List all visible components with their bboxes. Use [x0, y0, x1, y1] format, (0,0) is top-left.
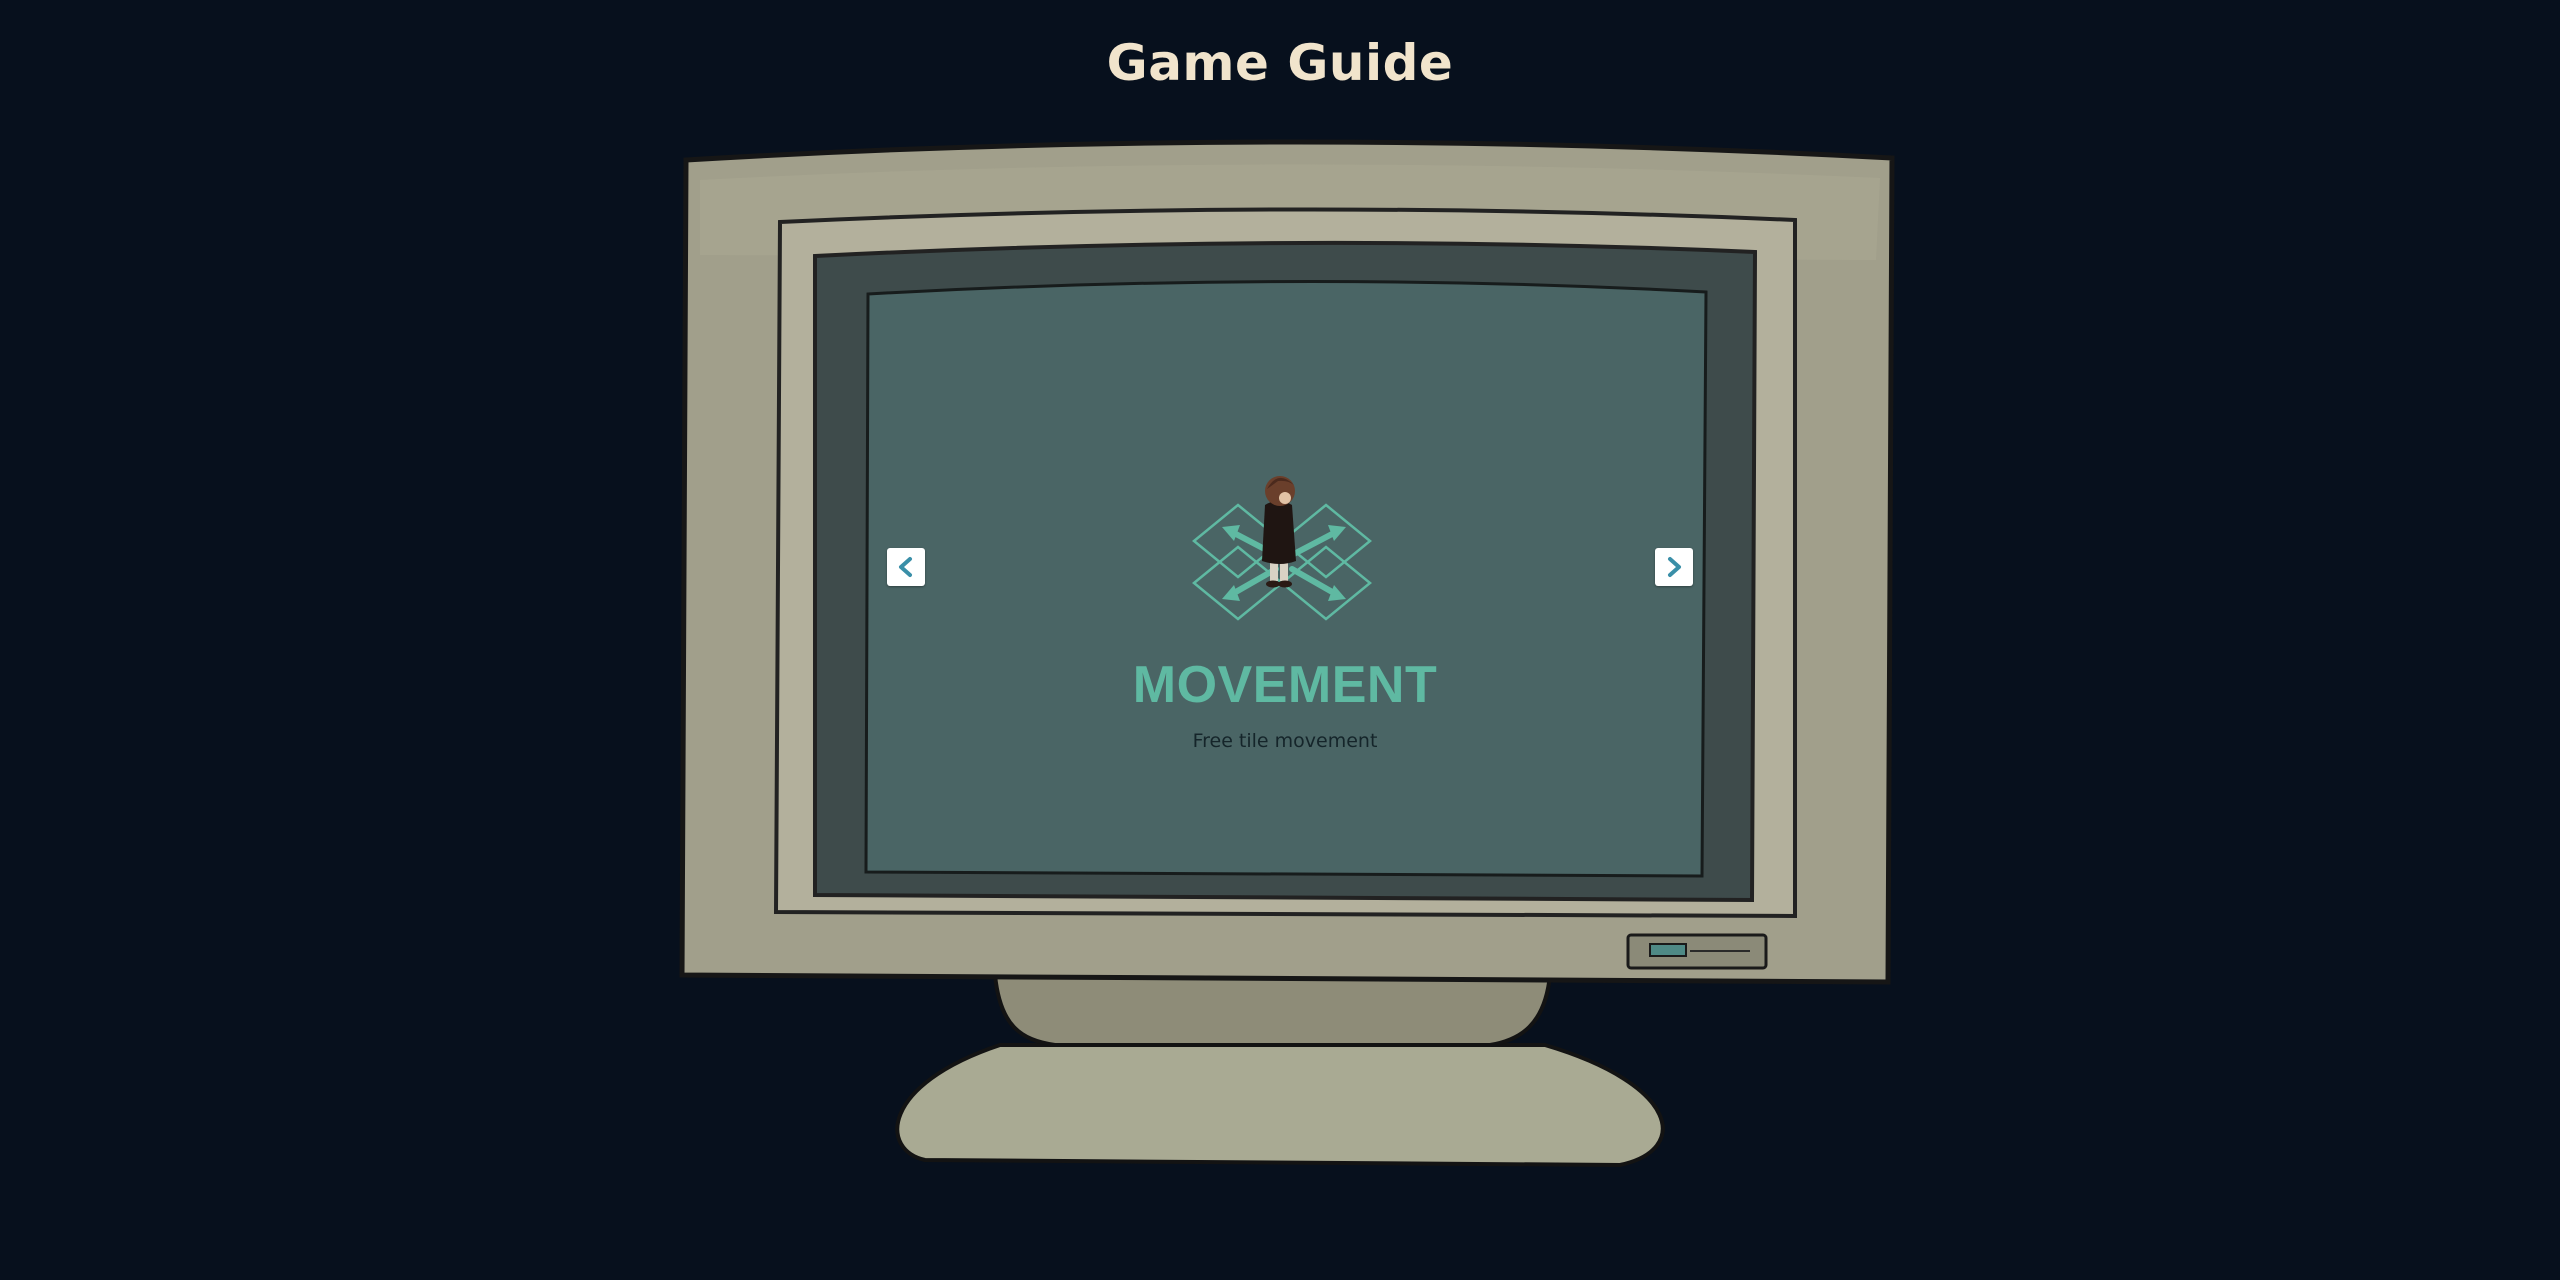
slide-title: MOVEMENT [1132, 656, 1438, 714]
next-slide-button[interactable] [1655, 548, 1693, 586]
chevron-right-icon [1668, 557, 1681, 577]
movement-illustration [1192, 476, 1372, 621]
guide-screen: MOVEMENT Free tile movement [868, 282, 1702, 872]
monitor-stand-base [895, 1043, 1665, 1168]
previous-slide-button[interactable] [887, 548, 925, 586]
chevron-left-icon [899, 557, 912, 577]
tile-top-right [1280, 503, 1372, 579]
monitor-stand-neck [992, 973, 1553, 1047]
slide-description: Free tile movement [1192, 730, 1378, 752]
